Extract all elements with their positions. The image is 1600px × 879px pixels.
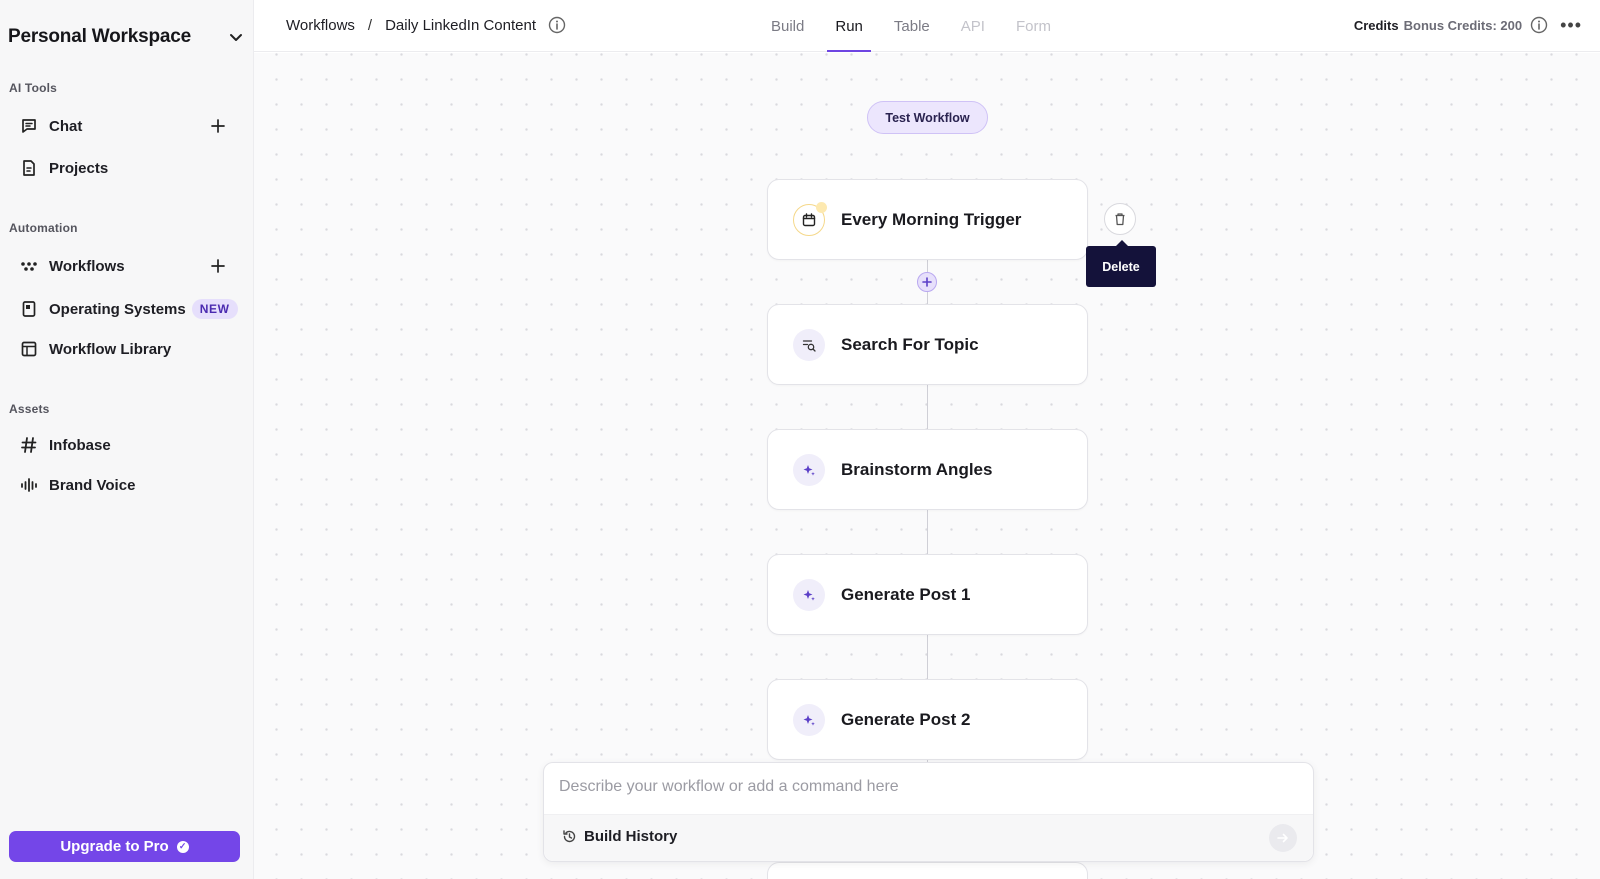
sparkle-icon <box>793 578 825 611</box>
credits-area: Credits Bonus Credits: 200 ••• <box>1354 16 1582 34</box>
sidebar-item-label: Brand Voice <box>49 476 136 494</box>
connector-line <box>927 510 928 555</box>
top-bar: Workflows / Daily LinkedIn Content Build… <box>254 0 1600 52</box>
workflow-node-generate-post-2[interactable]: Generate Post 2 <box>767 679 1088 760</box>
breadcrumb-current: Daily LinkedIn Content <box>385 16 537 34</box>
delete-node-button[interactable] <box>1104 203 1136 235</box>
verified-check-icon: ✓ <box>176 840 189 853</box>
sidebar-item-infobase[interactable]: Infobase <box>10 428 238 462</box>
send-arrow-icon <box>1277 833 1288 843</box>
history-icon <box>563 830 576 843</box>
sidebar-item-workflows[interactable]: Workflows <box>10 249 238 283</box>
tab-run[interactable]: Run <box>827 0 871 52</box>
hash-icon <box>19 435 39 455</box>
section-label-ai-tools: AI Tools <box>9 81 58 95</box>
view-tabs: Build Run Table API Form <box>763 0 1074 52</box>
sidebar-item-projects[interactable]: Projects <box>10 151 238 185</box>
node-title: Brainstorm Angles <box>841 459 993 479</box>
upgrade-label: Upgrade to Pro <box>60 838 169 855</box>
sidebar-item-label: Operating Systems <box>49 300 186 318</box>
command-box: Build History <box>543 762 1314 862</box>
sparkle-icon <box>793 703 825 736</box>
add-step-plus-icon[interactable] <box>917 272 937 292</box>
connector-line <box>927 385 928 430</box>
breadcrumb-workflows[interactable]: Workflows <box>286 17 355 34</box>
new-badge: NEW <box>191 299 238 319</box>
tab-form: Form <box>1015 17 1051 35</box>
sidebar-item-workflow-library[interactable]: Workflow Library <box>10 332 238 366</box>
workspace-switcher[interactable]: Personal Workspace <box>8 22 246 52</box>
workflow-node-brainstorm[interactable]: Brainstorm Angles <box>767 429 1088 510</box>
build-history-label: Build History <box>584 828 678 845</box>
tab-build[interactable]: Build <box>763 0 812 52</box>
workflow-node-search[interactable]: Search For Topic <box>767 304 1088 385</box>
sidebar-item-chat[interactable]: Chat <box>10 109 238 143</box>
bonus-credits: Bonus Credits: 200 <box>1403 17 1523 33</box>
send-button[interactable] <box>1269 824 1297 852</box>
workflow-node-generate-post-1[interactable]: Generate Post 1 <box>767 554 1088 635</box>
node-title: Every Morning Trigger <box>841 209 1022 229</box>
trigger-badge-icon <box>816 201 827 213</box>
tab-api: API <box>960 17 985 35</box>
new-chat-plus-icon[interactable] <box>208 116 228 136</box>
workflow-node-partial[interactable] <box>767 862 1088 879</box>
workflow-node-trigger[interactable]: Every Morning Trigger <box>767 179 1088 260</box>
connector-line <box>927 635 928 680</box>
tab-table[interactable]: Table <box>886 0 938 52</box>
section-label-assets: Assets <box>9 402 50 416</box>
sidebar-item-label: Infobase <box>49 436 111 454</box>
audio-bars-icon <box>19 475 39 495</box>
sidebar-item-label: Chat <box>49 117 83 135</box>
more-options-icon[interactable]: ••• <box>1560 16 1582 34</box>
command-input[interactable] <box>559 773 1299 801</box>
sidebar-item-operating-systems[interactable]: Operating Systems NEW <box>10 292 238 326</box>
credits-label: Credits <box>1353 17 1399 33</box>
sidebar-item-brand-voice[interactable]: Brand Voice <box>10 468 238 502</box>
build-history-button[interactable]: Build History <box>562 828 677 845</box>
sidebar-item-label: Workflows <box>49 257 125 275</box>
node-title: Generate Post 2 <box>841 709 971 729</box>
info-icon[interactable] <box>1530 16 1548 34</box>
section-label-automation: Automation <box>9 221 78 235</box>
book-icon <box>19 299 39 319</box>
document-icon <box>19 158 39 178</box>
workflows-dots-icon <box>19 256 39 276</box>
new-workflow-plus-icon[interactable] <box>208 256 228 276</box>
breadcrumb-separator: / <box>367 16 373 34</box>
info-icon[interactable] <box>548 16 566 34</box>
layout-icon <box>19 339 39 359</box>
chat-icon <box>19 116 39 136</box>
sparkle-icon <box>793 453 825 486</box>
sidebar: Personal Workspace AI Tools Chat Project… <box>0 0 254 879</box>
test-workflow-button[interactable]: Test Workflow <box>867 101 988 134</box>
upgrade-to-pro-button[interactable]: Upgrade to Pro ✓ <box>9 831 240 862</box>
calendar-icon <box>793 201 827 236</box>
node-title: Search For Topic <box>841 334 979 354</box>
trash-icon <box>1115 213 1125 226</box>
workspace-title: Personal Workspace <box>8 26 191 47</box>
search-list-icon <box>793 328 825 361</box>
delete-tooltip: Delete <box>1086 240 1156 287</box>
chevron-down-icon <box>230 34 242 41</box>
sidebar-item-label: Workflow Library <box>49 340 172 358</box>
command-footer: Build History <box>544 814 1313 861</box>
node-title: Generate Post 1 <box>841 584 971 604</box>
breadcrumb: Workflows / Daily LinkedIn Content <box>286 16 566 34</box>
sidebar-item-label: Projects <box>49 159 109 177</box>
